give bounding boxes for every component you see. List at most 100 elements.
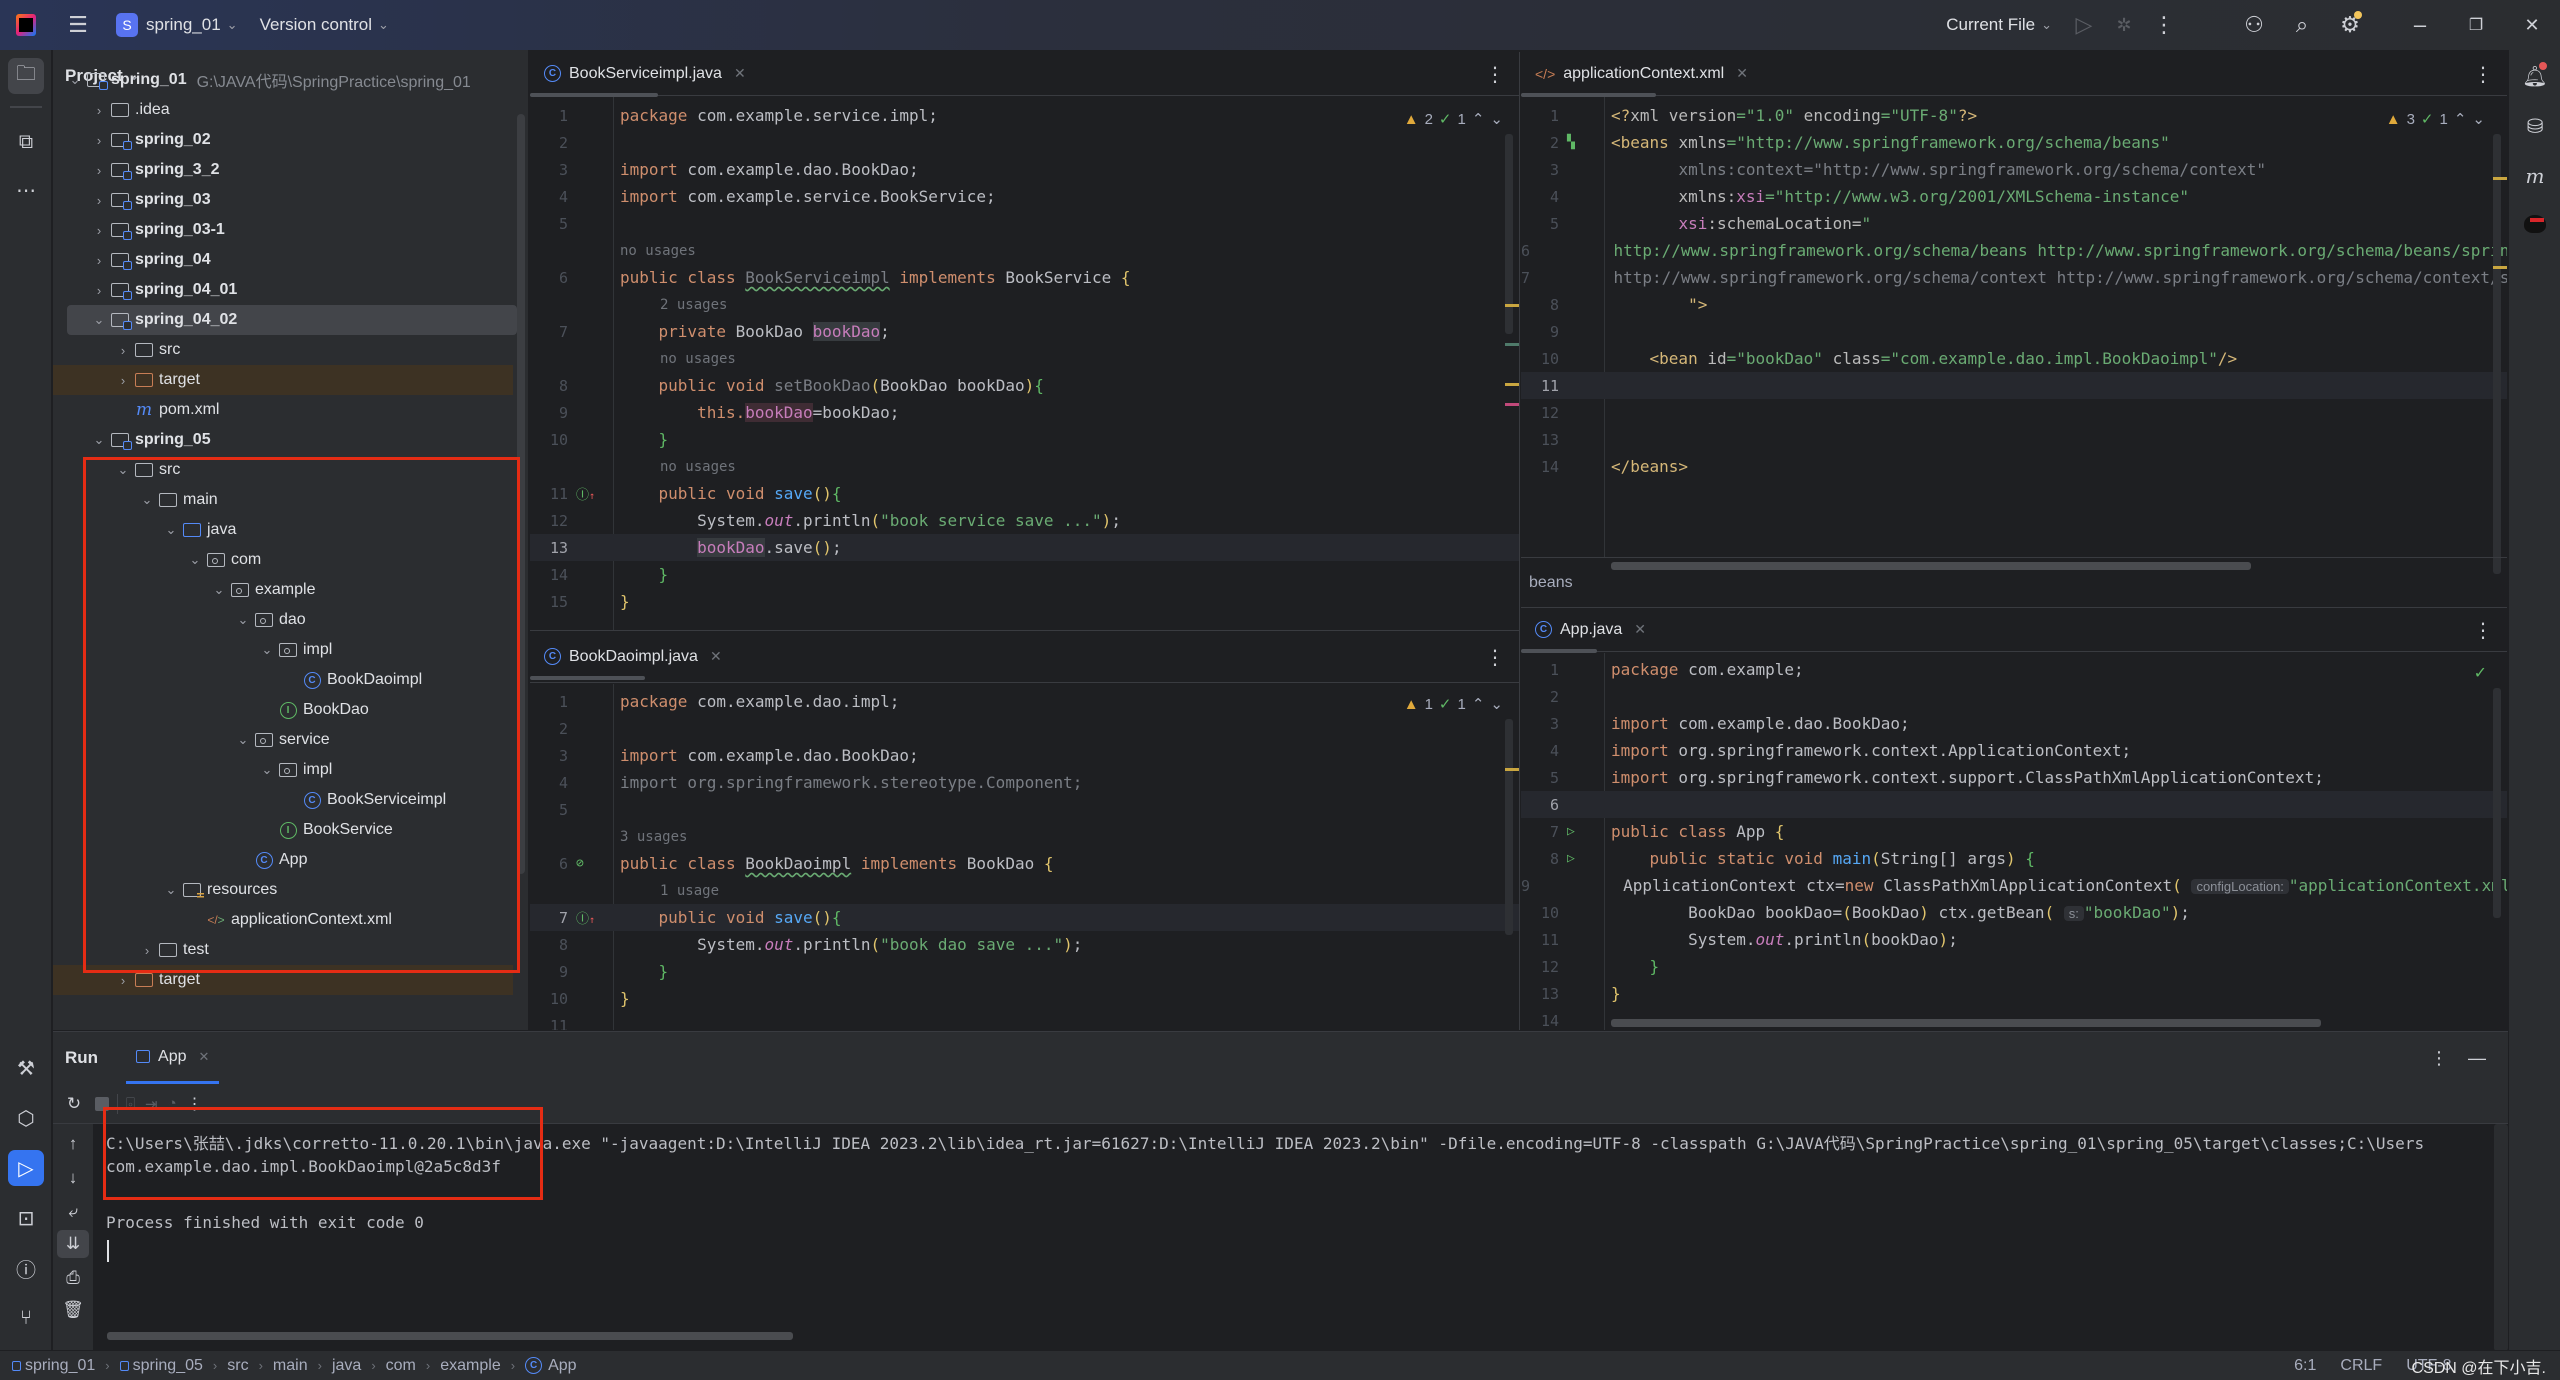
breadcrumb-item[interactable]: com — [386, 1357, 416, 1375]
project-tool-icon[interactable]: 🗀 — [8, 58, 44, 94]
scroll-down-icon[interactable]: ↓ — [57, 1164, 89, 1192]
more-icon[interactable]: ⋮ — [1485, 62, 1505, 87]
run-config-selector[interactable]: Current File ⌄ — [1946, 15, 2052, 35]
chevron-right-icon[interactable]: › — [89, 253, 109, 268]
search-icon[interactable]: ⌕ — [2282, 5, 2322, 45]
editor-scrollbar[interactable] — [2493, 688, 2501, 918]
close-icon[interactable]: ✕ — [2504, 5, 2560, 45]
close-tab-icon[interactable]: ✕ — [1736, 65, 1748, 82]
warning-marker[interactable] — [1505, 383, 1519, 386]
info-marker[interactable] — [1505, 343, 1519, 346]
services-tool-icon[interactable]: ⬡ — [8, 1100, 44, 1136]
chevron-right-icon[interactable]: › — [89, 103, 109, 118]
tree-item[interactable]: › spring_04_01 — [53, 275, 513, 305]
more-icon[interactable]: ⋮ — [2473, 618, 2493, 643]
chevron-right-icon[interactable]: › — [89, 133, 109, 148]
chevron-down-icon[interactable]: ⌄ — [89, 312, 109, 328]
tab-application-context-xml[interactable]: </> applicationContext.xml ✕ — [1521, 52, 1762, 97]
breadcrumb-item[interactable]: example — [440, 1357, 500, 1375]
warning-marker[interactable] — [2493, 266, 2507, 269]
tree-item[interactable]: › target — [53, 365, 513, 395]
more-tools-icon[interactable]: ⋯ — [8, 172, 44, 208]
breadcrumb-item[interactable]: main — [273, 1357, 308, 1375]
chevron-right-icon[interactable]: › — [113, 973, 133, 988]
vcs-menu[interactable]: Version control ⌄ — [260, 15, 389, 35]
breadcrumb-item[interactable]: spring_05 — [119, 1357, 203, 1375]
tree-item[interactable]: m pom.xml — [53, 395, 513, 425]
close-tab-icon[interactable]: ✕ — [1634, 621, 1646, 638]
warning-marker[interactable] — [2493, 177, 2507, 180]
tree-item[interactable]: › spring_03 — [53, 185, 513, 215]
run-tab-app[interactable]: App ✕ — [126, 1032, 220, 1084]
tree-item[interactable]: › spring_03-1 — [53, 215, 513, 245]
warning-marker[interactable] — [1505, 768, 1519, 771]
tree-item[interactable]: ⌄ spring_01 G:\JAVA代码\SpringPractice\sprin… — [53, 65, 513, 95]
usages-hint[interactable]: 3 usages — [620, 823, 687, 850]
more-icon[interactable]: ⋮ — [2430, 1048, 2448, 1069]
caret-position[interactable]: 6:1 — [2294, 1357, 2316, 1375]
structure-tool-icon[interactable]: ⧉ — [8, 124, 44, 160]
usages-hint[interactable]: 1 usage — [660, 877, 719, 904]
rerun-icon[interactable]: ↻ — [59, 1094, 89, 1114]
settings-icon[interactable]: ⚙ — [2330, 5, 2370, 45]
chevron-right-icon[interactable]: › — [113, 373, 133, 388]
breadcrumb-item[interactable]: java — [332, 1357, 361, 1375]
hide-panel-icon[interactable]: — — [2468, 1048, 2486, 1069]
app-logo-icon[interactable] — [4, 5, 48, 45]
error-marker[interactable] — [1505, 403, 1519, 406]
console-scrollbar[interactable] — [2494, 1124, 2508, 1351]
run-gutter-icon[interactable]: ▷ — [1567, 851, 1575, 866]
tree-item[interactable]: › src — [53, 335, 513, 365]
usages-hint[interactable]: no usages — [660, 453, 736, 480]
more-icon[interactable]: ⋮ — [2473, 62, 2493, 87]
debug-icon[interactable]: ✲ — [2104, 5, 2144, 45]
tab-book-dao-impl[interactable]: C BookDaoimpl.java ✕ — [530, 635, 736, 680]
maven-icon[interactable]: m — [2519, 160, 2551, 192]
warning-marker[interactable] — [1505, 304, 1519, 307]
breadcrumb-item[interactable]: spring_01 — [12, 1357, 95, 1375]
more-icon[interactable]: ⋮ — [1485, 645, 1505, 670]
editor-scrollbar[interactable] — [2493, 134, 2501, 574]
tree-item[interactable]: › .idea — [53, 95, 513, 125]
chevron-right-icon[interactable]: › — [89, 223, 109, 238]
chevron-right-icon[interactable]: › — [89, 193, 109, 208]
run-icon[interactable]: ▷ — [2064, 5, 2104, 45]
add-user-icon[interactable]: ⚇ — [2234, 5, 2274, 45]
usages-hint[interactable]: no usages — [620, 237, 696, 264]
console-caret[interactable] — [107, 1240, 109, 1262]
hamburger-menu-icon[interactable]: ☰ — [58, 5, 98, 45]
database-icon[interactable]: ⛁ — [2519, 110, 2551, 142]
usages-hint[interactable]: no usages — [660, 345, 736, 372]
soft-wrap-icon[interactable]: ⤶ — [57, 1198, 89, 1226]
build-tool-icon[interactable]: ⚒ — [8, 1050, 44, 1086]
editor-scrollbar[interactable] — [1505, 719, 1513, 935]
xml-breadcrumb[interactable]: beans — [1529, 574, 1573, 592]
spring-bean-gutter-icon[interactable]: ⊘ — [576, 856, 584, 871]
line-separator[interactable]: CRLF — [2340, 1357, 2382, 1375]
chevron-right-icon[interactable]: › — [89, 283, 109, 298]
tab-app-java[interactable]: C App.java ✕ — [1521, 608, 1660, 653]
tree-item[interactable]: ⌄ spring_05 — [53, 425, 513, 455]
chevron-down-icon[interactable]: ⌄ — [65, 72, 85, 88]
minimize-icon[interactable]: – — [2392, 5, 2448, 45]
print-icon[interactable]: ⎙ — [57, 1264, 89, 1292]
spring-context-gutter-icon[interactable]: ▚ — [1567, 135, 1575, 150]
breadcrumb-item[interactable]: src — [227, 1357, 248, 1375]
run-tool-icon[interactable]: ▷ — [8, 1150, 44, 1186]
terminal-tool-icon[interactable]: ⊡ — [8, 1200, 44, 1236]
usages-hint[interactable]: 2 usages — [660, 291, 727, 318]
close-tab-icon[interactable]: ✕ — [710, 648, 722, 665]
chevron-right-icon[interactable]: › — [113, 343, 133, 358]
scroll-to-end-icon[interactable]: ⇊ — [57, 1230, 89, 1258]
project-selector[interactable]: S spring_01 ⌄ — [116, 13, 238, 37]
horizontal-scrollbar[interactable] — [1611, 1019, 2321, 1027]
tree-item[interactable]: ⌄ spring_04_02 — [67, 305, 517, 335]
tree-item[interactable]: › spring_3_2 — [53, 155, 513, 185]
problems-tool-icon[interactable]: ⓘ — [8, 1250, 44, 1286]
git-tool-icon[interactable]: ⑂ — [8, 1300, 44, 1336]
notifications-icon[interactable]: 🔔︎ — [2519, 60, 2551, 92]
tree-item[interactable]: › spring_04 — [53, 245, 513, 275]
tree-item[interactable]: › spring_02 — [53, 125, 513, 155]
more-icon[interactable]: ⋮ — [2144, 5, 2184, 45]
plugin-ninja-icon[interactable] — [2519, 208, 2551, 240]
